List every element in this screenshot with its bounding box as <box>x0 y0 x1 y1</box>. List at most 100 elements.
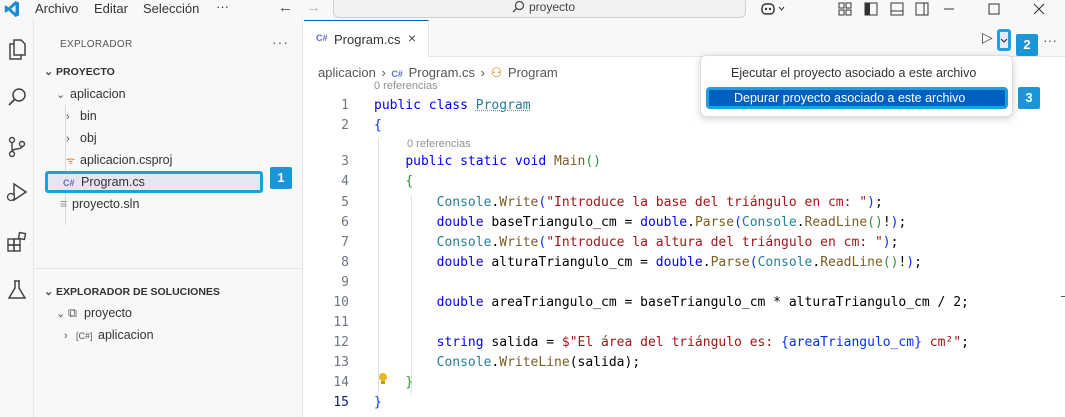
line-number: 6 <box>341 215 349 230</box>
tree-item-label: proyecto <box>84 306 132 320</box>
maximize-icon[interactable] <box>988 3 1000 15</box>
tree-item-aplicacion[interactable]: ⌄ aplicacion <box>56 83 126 105</box>
section-label: EXPLORADOR DE SOLUCIONES <box>56 286 220 298</box>
tree-item-label: Program.cs <box>81 175 145 189</box>
breadcrumb-symbol[interactable]: Program <box>508 65 558 80</box>
menu-archivo[interactable]: Archivo <box>35 1 78 16</box>
close-icon[interactable]: × <box>408 30 416 46</box>
tree-item-label: obj <box>80 131 97 145</box>
line-number: 4 <box>341 174 349 189</box>
run-debug-icon[interactable] <box>5 180 29 204</box>
line-number: 9 <box>341 275 349 290</box>
tab-label: Program.cs <box>334 32 401 47</box>
line-number: 1 <box>341 98 349 113</box>
source-control-icon[interactable] <box>5 135 29 159</box>
run-play-icon[interactable]: ▷ <box>982 29 993 46</box>
menu-seleccion[interactable]: Selección <box>143 1 199 16</box>
tab-program-cs[interactable]: C# Program.cs × <box>304 20 429 57</box>
code-line-1[interactable]: public class Program <box>374 98 531 113</box>
tree-item-bin[interactable]: › bin <box>66 105 97 127</box>
codelens-references[interactable]: 0 referencias <box>374 80 438 92</box>
explorer-sidebar: EXPLORADOR ··· ⌄ PROYECTO ⌄ aplicacion › bi… <box>34 20 303 417</box>
menu-more[interactable]: ··· <box>216 0 229 14</box>
callout-badge-2: 2 <box>1016 34 1038 56</box>
chevron-right-icon: › <box>66 111 70 123</box>
tree-item-label: aplicacion <box>70 87 126 101</box>
callout-badge-1: 1 <box>270 167 292 189</box>
chevron-down-icon: ⌄ <box>44 286 54 298</box>
csharp-file-icon: C# <box>63 178 75 188</box>
menu-option-run-project[interactable]: Ejecutar el proyecto asociado a este arc… <box>706 62 1008 84</box>
codelens-references[interactable]: 0 referencias <box>407 138 471 150</box>
tree-item-csproj[interactable]: ᯤ aplicacion.csproj <box>66 149 172 171</box>
code-line-13[interactable]: Console.WriteLine(salida); <box>374 355 641 370</box>
solution-icon: ⧉ <box>68 306 77 320</box>
layout-customize-icon[interactable] <box>838 2 852 16</box>
editor-more-button[interactable]: ··· <box>1043 32 1057 48</box>
menu-option-debug-project[interactable]: Depurar proyecto asociado a este archivo <box>706 87 1008 109</box>
line-number: 11 <box>333 315 349 330</box>
file-icon: ≡ <box>60 197 68 211</box>
testing-icon[interactable] <box>5 278 29 302</box>
tree-item-label: proyecto.sln <box>72 197 140 211</box>
line-number: 5 <box>341 195 349 210</box>
run-dropdown-button[interactable] <box>997 29 1011 51</box>
code-line-15[interactable]: } <box>374 395 382 410</box>
code-line-6[interactable]: double baseTriangulo_cm = double.Parse(C… <box>374 215 907 230</box>
vscode-logo-icon <box>4 1 19 17</box>
forward-arrow-icon[interactable]: → <box>306 0 321 16</box>
line-number: 7 <box>341 235 349 250</box>
minimize-icon[interactable] <box>943 4 955 14</box>
code-line-8[interactable]: double alturaTriangulo_cm = double.Parse… <box>374 255 922 270</box>
run-dropdown-menu: Ejecutar el proyecto asociado a este arc… <box>700 55 1013 117</box>
extensions-icon[interactable] <box>5 230 29 254</box>
menu-editar[interactable]: Editar <box>94 1 128 16</box>
section-solutions[interactable]: ⌄ EXPLORADOR DE SOLUCIONES <box>44 281 220 303</box>
chevron-down-icon: ⌄ <box>56 89 66 101</box>
tab-bar: C# Program.cs × ▷ ··· <box>304 20 1065 57</box>
code-line-7[interactable]: Console.Write("Introduce la altura del t… <box>374 235 899 250</box>
breadcrumb-separator: › <box>381 65 386 80</box>
section-proyecto[interactable]: ⌄ PROYECTO <box>44 61 115 83</box>
line-number: 13 <box>333 355 349 370</box>
search-icon[interactable] <box>5 86 29 110</box>
explorer-title: EXPLORADOR <box>60 39 133 50</box>
chevron-right-icon: › <box>66 133 70 145</box>
breadcrumb: aplicacion › C# Program.cs › ⚇ Program <box>318 65 560 81</box>
copilot-icon[interactable] <box>760 2 786 16</box>
line-number: 3 <box>341 154 349 169</box>
files-icon[interactable] <box>5 37 29 61</box>
search-text: proyecto <box>529 0 576 14</box>
code-line-12[interactable]: string salida = $"El área del triángulo … <box>374 335 969 350</box>
solution-item-aplicacion[interactable]: › [C#] aplicacion <box>64 324 154 346</box>
back-arrow-icon[interactable]: ← <box>278 0 293 16</box>
toggle-primary-sidebar-icon[interactable] <box>864 2 878 16</box>
title-bar: Archivo Editar Selección ··· ← → proyect… <box>0 0 1065 20</box>
code-line-3[interactable]: public static void Main() <box>374 154 601 169</box>
tree-item-sln[interactable]: ≡ proyecto.sln <box>60 193 139 215</box>
search-icon <box>512 0 525 13</box>
lightbulb-icon[interactable] <box>378 372 388 386</box>
chevron-right-icon: › <box>64 330 68 342</box>
code-line-10[interactable]: double areaTriangulo_cm = baseTriangulo_… <box>374 295 969 310</box>
command-center-search[interactable]: proyecto <box>333 0 746 18</box>
breadcrumb-file[interactable]: Program.cs <box>409 65 475 80</box>
code-line-2[interactable]: { <box>374 118 382 133</box>
toggle-secondary-sidebar-icon[interactable] <box>915 2 929 16</box>
breadcrumb-folder[interactable]: aplicacion <box>318 65 376 80</box>
scrollbar-marker <box>1061 296 1065 297</box>
toggle-panel-icon[interactable] <box>890 2 904 16</box>
solution-item-proyecto[interactable]: ⌄ ⧉ proyecto <box>56 302 132 324</box>
explorer-more-button[interactable]: ··· <box>272 34 289 50</box>
code-line-5[interactable]: Console.Write("Introduce la base del tri… <box>374 195 883 210</box>
close-window-icon[interactable] <box>1033 3 1045 15</box>
tree-item-program-cs[interactable]: C# Program.cs <box>63 171 145 193</box>
breadcrumb-separator: › <box>480 65 485 80</box>
section-label: PROYECTO <box>56 66 115 78</box>
code-line-4[interactable]: { <box>374 174 413 189</box>
line-number-current: 15 <box>333 395 349 410</box>
csharp-file-icon: C# <box>316 33 328 43</box>
chevron-down-icon: ⌄ <box>56 308 66 320</box>
rss-icon: ᯤ <box>66 156 76 167</box>
tree-item-obj[interactable]: › obj <box>66 127 97 149</box>
